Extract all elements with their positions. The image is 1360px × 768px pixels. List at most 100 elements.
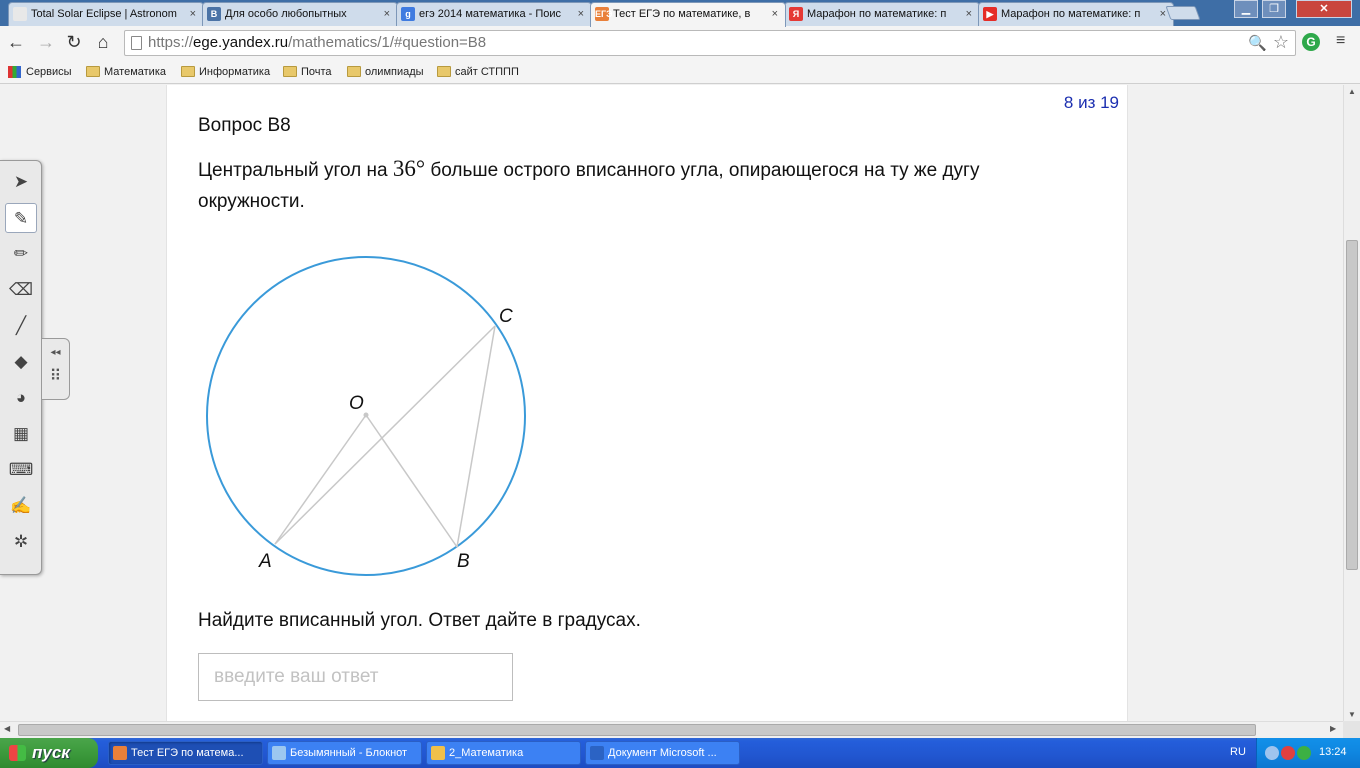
minimize-button[interactable]: ▁ [1234, 0, 1258, 18]
eraser-tool-icon[interactable]: ⌫ [5, 275, 37, 305]
clock[interactable]: 13:24 [1319, 746, 1347, 758]
url-text[interactable]: https://ege.yandex.ru/mathematics/1/#que… [148, 31, 486, 55]
app-icon [272, 746, 286, 760]
tab-favicon-icon: ЕГЭ [595, 7, 613, 21]
start-button[interactable]: пуск [0, 738, 98, 768]
taskbar-item-3[interactable]: Документ Microsoft ... [585, 741, 740, 765]
horizontal-scrollbar[interactable]: ◀ ▶ [0, 721, 1343, 738]
bookmarks-bar: Сервисы Математика Информатика Почта оли… [0, 60, 1360, 84]
new-tab-button[interactable] [1165, 6, 1201, 20]
page-viewport: 8 из 19 Вопрос B8 Центральный угол на 36… [0, 85, 1343, 721]
segment-oa [274, 414, 367, 545]
tab-5[interactable]: ▶ Марафон по математике: п × [978, 2, 1174, 26]
bookmark-label: Почта [301, 66, 332, 78]
folder-icon [437, 66, 451, 77]
taskbar-item-label: 2_Математика [449, 747, 524, 759]
browser-toolbar: ← → ↻ ⌂ https://ege.yandex.ru/mathematic… [0, 26, 1360, 60]
taskbar-item-label: Тест ЕГЭ по матема... [131, 747, 244, 759]
scroll-left-arrow-icon[interactable]: ◀ [4, 724, 10, 733]
collapse-icon[interactable]: ◂◂ [42, 347, 69, 358]
shapes-tool-icon[interactable]: ◆ [5, 347, 37, 377]
tab-close-icon[interactable]: × [966, 3, 972, 25]
bookmark-folder-olympiads[interactable]: олимпиады [347, 64, 424, 80]
bookmark-folder-math[interactable]: Математика [86, 64, 166, 80]
tab-4[interactable]: Я Марафон по математике: п × [784, 2, 980, 26]
folder-icon [86, 66, 100, 77]
tray-network-icon[interactable] [1297, 746, 1311, 760]
url-scheme: https:// [148, 34, 194, 51]
tab-close-icon[interactable]: × [578, 3, 584, 25]
bookmark-label: Математика [104, 66, 166, 78]
tab-0[interactable]: Total Solar Eclipse | Astronom × [8, 2, 204, 26]
notes-tool-icon[interactable]: ✍ [5, 491, 37, 521]
fill-tool-icon[interactable]: ◕ [5, 383, 37, 413]
tab-3[interactable]: ЕГЭ Тест ЕГЭ по математике, в × [590, 2, 786, 27]
taskbar-item-2[interactable]: 2_Математика [426, 741, 581, 765]
annotation-toolbar: ➤ ✎ ✏ ⌫ ╱ ◆ ◕ ▦ ⌨ ✍ ✲ [0, 160, 42, 575]
reload-button[interactable]: ↻ [64, 32, 84, 52]
taskbar-item-label: Документ Microsoft ... [608, 747, 717, 759]
center-point [363, 412, 369, 418]
highlighter-tool-icon[interactable]: ✏ [5, 239, 37, 269]
label-a: A [258, 551, 272, 572]
taskbar-item-label: Безымянный - Блокнот [290, 747, 408, 759]
answer-input[interactable] [198, 653, 513, 701]
settings-tool-icon[interactable]: ✲ [5, 527, 37, 557]
pen-tool-icon[interactable]: ✎ [5, 203, 37, 233]
zoom-icon[interactable]: 🔍 [1248, 34, 1267, 52]
tray-antivirus-icon[interactable] [1281, 746, 1295, 760]
vertical-scroll-thumb[interactable] [1346, 240, 1358, 570]
bookmark-folder-site[interactable]: сайт СТППП [437, 64, 519, 80]
close-window-button[interactable]: ✕ [1296, 0, 1352, 18]
maximize-button[interactable]: ❐ [1262, 0, 1286, 18]
bookmark-label: сайт СТППП [455, 66, 519, 78]
taskbar-item-0[interactable]: Тест ЕГЭ по матема... [108, 741, 263, 765]
label-o: O [349, 393, 364, 414]
url-path: /mathematics/1/#question=B8 [288, 34, 487, 51]
scrollbar-corner [1343, 721, 1360, 738]
forward-button[interactable]: → [36, 32, 56, 52]
geometry-figure: O A B C [206, 256, 526, 576]
tab-1[interactable]: В Для особо любопытных × [202, 2, 398, 26]
bookmark-star-icon[interactable]: ☆ [1273, 32, 1289, 53]
degree-value: 36° [392, 156, 426, 181]
tab-favicon-icon: Я [789, 7, 803, 21]
vertical-scrollbar[interactable]: ▲ ▼ [1343, 85, 1360, 721]
tab-title: Тест ЕГЭ по математике, в [613, 8, 751, 20]
folder-icon [181, 66, 195, 77]
tray-arrow-icon[interactable] [1265, 746, 1279, 760]
windows-flag-icon [9, 745, 26, 761]
calculator-tool-icon[interactable]: ▦ [5, 419, 37, 449]
scroll-down-arrow-icon[interactable]: ▼ [1344, 710, 1360, 719]
folder-icon [283, 66, 297, 77]
language-indicator[interactable]: RU [1230, 746, 1246, 758]
tab-close-icon[interactable]: × [384, 3, 390, 25]
address-bar[interactable]: https://ege.yandex.ru/mathematics/1/#que… [124, 30, 1296, 56]
bookmark-label: олимпиады [365, 66, 424, 78]
bookmark-folder-informatics[interactable]: Информатика [181, 64, 270, 80]
page-icon [131, 36, 142, 50]
extension-icon[interactable]: G [1302, 33, 1320, 51]
scroll-up-arrow-icon[interactable]: ▲ [1344, 87, 1360, 96]
question-counter: 8 из 19 [1063, 93, 1119, 112]
tab-close-icon[interactable]: × [190, 3, 196, 25]
tab-title: Total Solar Eclipse | Astronom [31, 8, 177, 20]
keyboard-tool-icon[interactable]: ⌨ [5, 455, 37, 485]
folder-icon [347, 66, 361, 77]
menu-icon[interactable]: ≡ [1336, 33, 1352, 49]
app-icon [431, 746, 445, 760]
line-tool-icon[interactable]: ╱ [5, 311, 37, 341]
grip-icon[interactable]: ⠿ [42, 366, 69, 386]
bookmark-folder-mail[interactable]: Почта [283, 64, 332, 80]
tab-close-icon[interactable]: × [772, 3, 778, 25]
back-button[interactable]: ← [6, 32, 26, 52]
bookmark-apps[interactable]: Сервисы [8, 64, 72, 80]
tab-2[interactable]: g егэ 2014 математика - Поис × [396, 2, 592, 26]
question-text: Центральный угол на 36° больше острого в… [198, 153, 1078, 217]
annotation-toolbar-handle[interactable]: ◂◂ ⠿ [42, 338, 70, 400]
horizontal-scroll-thumb[interactable] [18, 724, 1256, 736]
scroll-right-arrow-icon[interactable]: ▶ [1330, 724, 1336, 733]
select-tool-icon[interactable]: ➤ [5, 167, 37, 197]
home-button[interactable]: ⌂ [93, 32, 113, 52]
taskbar-item-1[interactable]: Безымянный - Блокнот [267, 741, 422, 765]
